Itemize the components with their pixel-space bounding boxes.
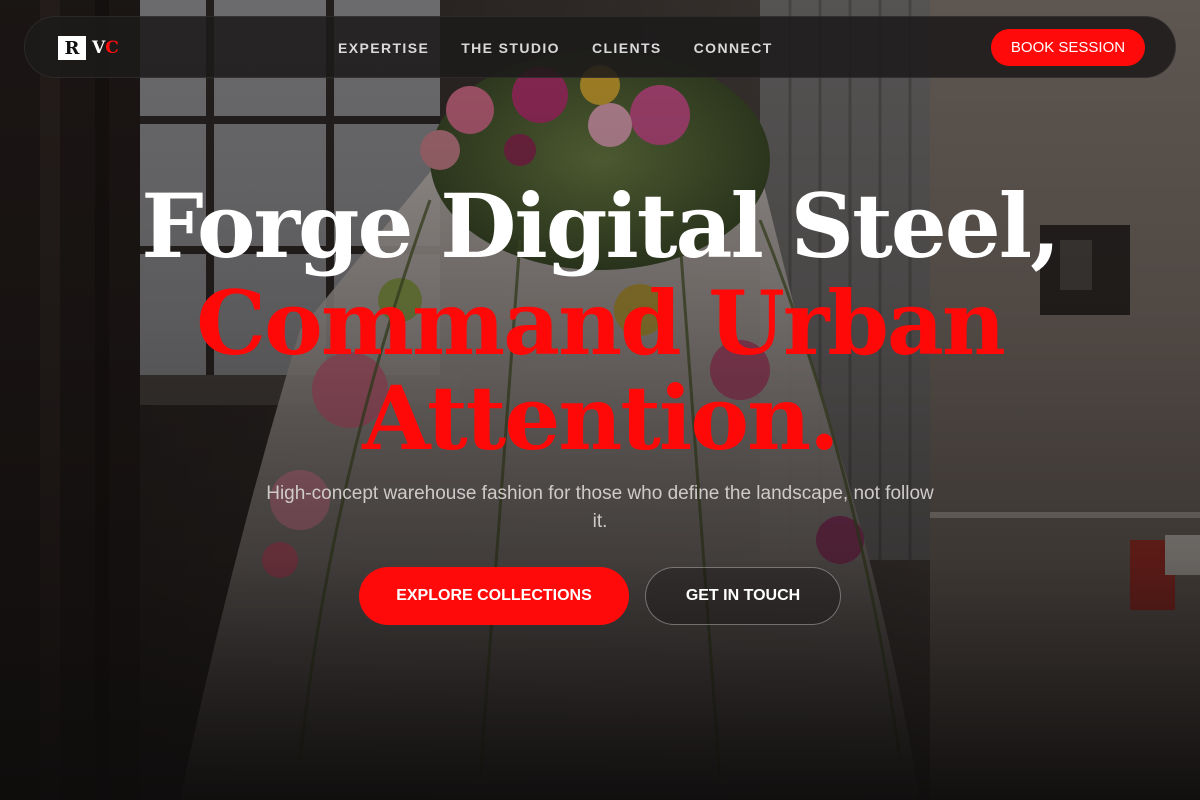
- brand-logo[interactable]: R V C: [58, 36, 119, 60]
- nav-link-connect[interactable]: CONNECT: [694, 39, 773, 57]
- nav-link-clients[interactable]: CLIENTS: [592, 39, 662, 57]
- book-session-button[interactable]: BOOK SESSION: [991, 29, 1145, 66]
- hero-headline-line-2: Command Urban: [196, 271, 1006, 375]
- hero-headline-line-3: Attention.: [362, 366, 839, 470]
- hero-headline-line-1: Forge Digital Steel,: [141, 174, 1061, 278]
- logo-mark: R: [58, 36, 86, 60]
- top-navigation: R V C EXPERTISE THE STUDIO CLIENTS CONNE…: [24, 16, 1176, 78]
- explore-collections-button[interactable]: EXPLORE COLLECTIONS: [359, 567, 629, 625]
- logo-text-c: C: [105, 38, 119, 58]
- hero-headline: Forge Digital Steel, Command Urban Atten…: [0, 178, 1200, 467]
- nav-links: EXPERTISE THE STUDIO CLIENTS CONNECT: [338, 39, 805, 57]
- hero-subtitle: High-concept warehouse fashion for those…: [266, 483, 934, 532]
- nav-link-the-studio[interactable]: THE STUDIO: [461, 39, 560, 57]
- nav-link-expertise[interactable]: EXPERTISE: [338, 39, 429, 57]
- logo-text-v: V: [92, 38, 106, 58]
- get-in-touch-button[interactable]: GET IN TOUCH: [645, 567, 841, 625]
